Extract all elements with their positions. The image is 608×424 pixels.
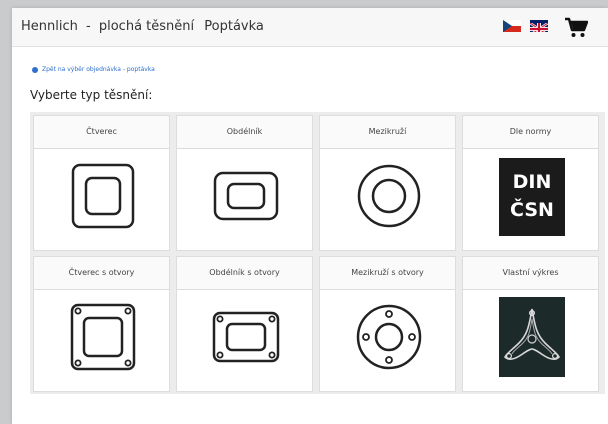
square-gasket-with-holes-icon <box>70 303 136 371</box>
gasket-card-custom-drawing[interactable]: Vlastní výkres <box>462 256 599 392</box>
ring-gasket-with-holes-icon <box>356 304 422 370</box>
din-text: DIN <box>512 171 552 193</box>
gasket-card-rectangle-holes[interactable]: Obdélník s otvory <box>176 256 313 392</box>
product-name[interactable]: plochá těsnění <box>99 19 194 34</box>
csn-text: ČSN <box>510 199 554 221</box>
uk-flag-icon[interactable] <box>530 20 548 32</box>
card-label: Dle normy <box>463 116 598 149</box>
rectangle-gasket-with-holes-icon <box>212 311 280 363</box>
page-title: Vyberte typ těsnění: <box>30 88 153 102</box>
brand-title: Hennlich - plochá těsnění Poptávka <box>21 19 264 34</box>
custom-drawing-icon <box>499 297 565 377</box>
nav-link-inquiry[interactable]: Poptávka <box>204 19 264 34</box>
square-gasket-icon <box>71 163 135 229</box>
gasket-card-standard[interactable]: Dle normy DIN ČSN <box>462 115 599 251</box>
title-separator: - <box>86 19 91 34</box>
gasket-type-grid: Čtverec Obdélník Mezikruží Dle normy DIN… <box>30 112 605 394</box>
back-link-label: Zpět na výběr objednávka - poptávka <box>42 66 155 73</box>
ring-gasket-icon <box>357 164 421 228</box>
gasket-card-square[interactable]: Čtverec <box>33 115 170 251</box>
back-arrow-icon <box>32 66 38 73</box>
card-label: Vlastní výkres <box>463 257 598 290</box>
shopping-cart-icon[interactable] <box>564 15 589 39</box>
top-navbar: Hennlich - plochá těsnění Poptávka <box>12 8 608 47</box>
card-label: Čtverec s otvory <box>34 257 169 290</box>
app-window: Hennlich - plochá těsnění Poptávka Zpět … <box>12 8 608 424</box>
czech-flag-icon[interactable] <box>503 20 521 32</box>
back-to-selection-link[interactable]: Zpět na výběr objednávka - poptávka <box>32 66 155 73</box>
card-label: Obdélník <box>177 116 312 149</box>
card-label: Obdélník s otvory <box>177 257 312 290</box>
gasket-card-ring-holes[interactable]: Mezikruží s otvory <box>319 256 456 392</box>
card-label: Čtverec <box>34 116 169 149</box>
gasket-card-square-holes[interactable]: Čtverec s otvory <box>33 256 170 392</box>
gasket-card-rectangle[interactable]: Obdélník <box>176 115 313 251</box>
din-csn-standard-icon: DIN ČSN <box>499 158 565 236</box>
rectangle-gasket-icon <box>213 171 279 221</box>
gasket-card-ring[interactable]: Mezikruží <box>319 115 456 251</box>
card-label: Mezikruží <box>320 116 455 149</box>
company-name[interactable]: Hennlich <box>21 19 78 34</box>
card-label: Mezikruží s otvory <box>320 257 455 290</box>
